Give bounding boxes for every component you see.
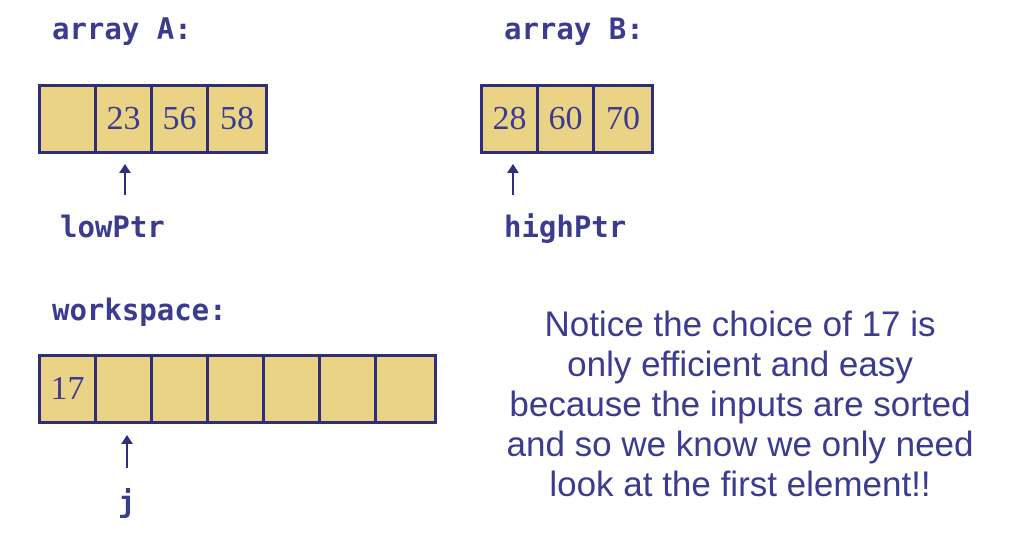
array-b: 28 60 70 xyxy=(480,84,654,154)
workspace-cell xyxy=(209,357,265,421)
workspace-cell xyxy=(377,357,433,421)
array-a-label: array A: xyxy=(52,12,192,46)
workspace-cell xyxy=(97,357,153,421)
j-pointer-arrow-icon xyxy=(121,435,133,468)
high-pointer-label: highPtr xyxy=(504,210,627,244)
array-b-cell: 28 xyxy=(483,87,539,151)
workspace-cell xyxy=(265,357,321,421)
array-a-cell: 23 xyxy=(97,87,153,151)
workspace-cell xyxy=(153,357,209,421)
note-line: look at the first element!! xyxy=(549,465,931,504)
workspace-cell xyxy=(321,357,377,421)
array-a-cell: 56 xyxy=(153,87,209,151)
note-line: Notice the choice of 17 is xyxy=(544,305,936,344)
array-b-cell: 70 xyxy=(606,100,640,137)
workspace-array: 17 xyxy=(38,354,437,424)
array-a-cell xyxy=(41,87,97,151)
j-pointer-label: j xyxy=(118,485,136,519)
array-a-cell: 58 xyxy=(220,100,254,137)
high-pointer-arrow-icon xyxy=(507,164,519,195)
note-line: and so we know we only need xyxy=(506,425,974,464)
low-pointer-arrow-icon xyxy=(119,164,131,195)
workspace-cell: 17 xyxy=(41,357,97,421)
note-line: only efficient and easy xyxy=(567,345,913,384)
low-pointer-label: lowPtr xyxy=(60,210,165,244)
array-a: 23 56 58 xyxy=(38,84,268,154)
array-b-cell: 60 xyxy=(539,87,595,151)
workspace-label: workspace: xyxy=(52,293,227,327)
note-line: because the inputs are sorted xyxy=(509,385,971,424)
array-b-label: array B: xyxy=(504,12,644,46)
explanation-note: Notice the choice of 17 is only efficien… xyxy=(480,305,1000,505)
